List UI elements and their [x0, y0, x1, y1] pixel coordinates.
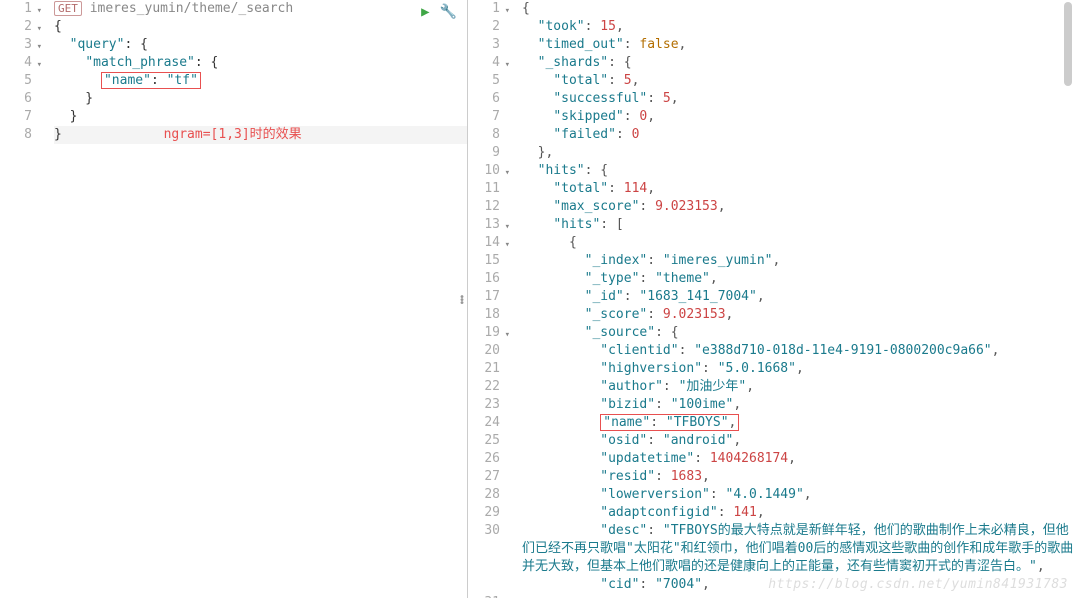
request-line-numbers: 1▾2▾3▾4▾5678 — [0, 0, 40, 598]
scrollbar[interactable] — [1064, 2, 1072, 86]
wrench-icon[interactable]: 🔧 — [440, 4, 457, 20]
run-icon[interactable]: ▶ — [421, 4, 429, 20]
request-code[interactable]: GET imeres_yumin/theme/_search{ "query":… — [40, 0, 467, 598]
splitter-handle[interactable]: ••• — [456, 290, 468, 310]
response-editor[interactable]: 1▾234▾5678910▾111213▾14▾1516171819▾20212… — [468, 0, 1074, 598]
response-line-numbers: 1▾234▾5678910▾111213▾14▾1516171819▾20212… — [468, 0, 508, 598]
response-panel: 1▾234▾5678910▾111213▾14▾1516171819▾20212… — [468, 0, 1074, 598]
response-code: { "took": 15, "timed_out": false, "_shar… — [508, 0, 1074, 598]
watermark: https://blog.csdn.net/yumin841931783 — [768, 577, 1068, 592]
request-panel: ▶ 🔧 1▾2▾3▾4▾5678 GET imeres_yumin/theme/… — [0, 0, 468, 598]
request-toolbar: ▶ 🔧 — [421, 4, 457, 20]
request-editor[interactable]: 1▾2▾3▾4▾5678 GET imeres_yumin/theme/_sea… — [0, 0, 467, 598]
